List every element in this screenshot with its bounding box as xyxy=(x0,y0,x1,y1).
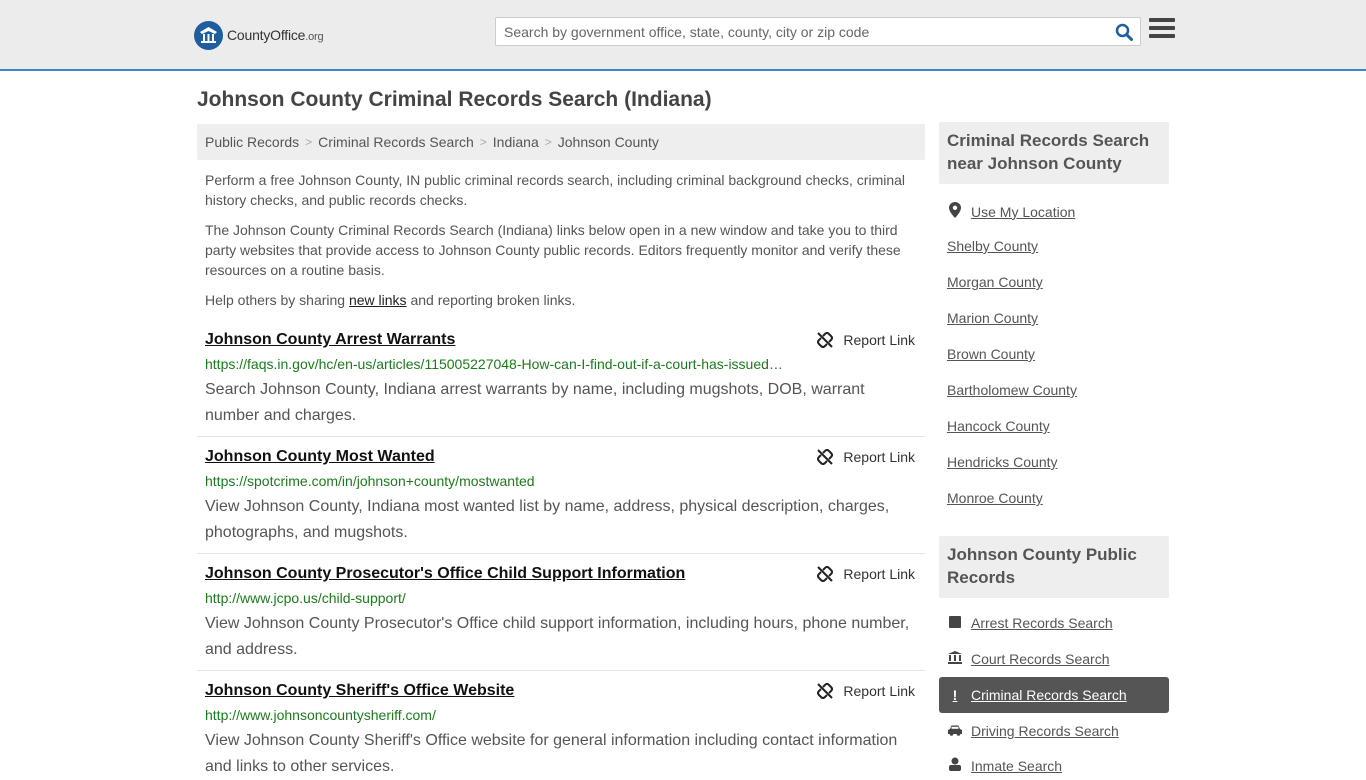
sidebar-item-label: Arrest Records Search xyxy=(971,615,1113,631)
page-title: Johnson County Criminal Records Search (… xyxy=(197,88,712,111)
result-description: Search Johnson County, Indiana arrest wa… xyxy=(205,381,865,424)
logo-text: CountyOffice.org xyxy=(227,27,324,43)
intro-paragraph-1: Perform a free Johnson County, IN public… xyxy=(205,172,906,208)
nearby-county-link[interactable]: Shelby County xyxy=(947,238,1038,254)
breadcrumb-criminal-records-search[interactable]: Criminal Records Search xyxy=(318,134,474,150)
intro-paragraph-3: Help others by sharing new links and rep… xyxy=(205,290,917,310)
result-title[interactable]: Johnson County Most Wanted xyxy=(205,448,435,466)
search-bar xyxy=(495,17,1141,46)
breadcrumb-public-records[interactable]: Public Records xyxy=(205,134,299,150)
broken-link-icon xyxy=(817,332,834,348)
courthouse-icon xyxy=(947,651,963,667)
result-url[interactable]: https://faqs.in.gov/hc/en-us/articles/11… xyxy=(205,356,783,372)
logo-seal-icon xyxy=(194,20,223,50)
result-description: View Johnson County, Indiana most wanted… xyxy=(205,498,890,541)
report-link-button[interactable]: Report Link xyxy=(817,449,915,465)
nearby-county-link[interactable]: Marion County xyxy=(947,310,1038,326)
sidebar-item-label: Driving Records Search xyxy=(971,723,1119,739)
new-links-link[interactable]: new links xyxy=(349,292,407,308)
breadcrumb-separator: > xyxy=(479,135,487,149)
square-icon xyxy=(947,615,963,631)
sidebar-item-inmate-search[interactable]: Inmate Search xyxy=(947,757,1062,774)
sidebar-item-criminal-records[interactable]: ! Criminal Records Search xyxy=(939,677,1169,713)
breadcrumb-separator: > xyxy=(305,135,313,149)
result-url[interactable]: https://spotcrime.com/in/johnson+county/… xyxy=(205,473,535,489)
report-link-button[interactable]: Report Link xyxy=(817,566,915,582)
map-marker-icon xyxy=(947,202,963,221)
result-item: Johnson County Sheriff's Office Website … xyxy=(197,682,925,775)
site-logo[interactable]: CountyOffice.org xyxy=(194,20,324,50)
logo-brand: CountyOffice xyxy=(227,27,306,43)
result-title[interactable]: Johnson County Prosecutor's Office Child… xyxy=(205,565,685,583)
sidebar-item-label: Court Records Search xyxy=(971,651,1110,667)
report-link-button[interactable]: Report Link xyxy=(817,683,915,699)
result-url[interactable]: http://www.jcpo.us/child-support/ xyxy=(205,590,406,606)
intro-text: Help others by sharing xyxy=(205,292,349,308)
intro-text: and reporting broken links. xyxy=(406,292,576,308)
exclamation-icon: ! xyxy=(952,687,958,703)
report-link-label: Report Link xyxy=(843,332,915,348)
use-my-location-link[interactable]: Use My Location xyxy=(947,202,1075,221)
nearby-county-link[interactable]: Hendricks County xyxy=(947,454,1058,470)
result-url[interactable]: http://www.johnsoncountysheriff.com/ xyxy=(205,707,436,723)
result-item: Johnson County Prosecutor's Office Child… xyxy=(197,565,925,671)
nearby-county-link[interactable]: Bartholomew County xyxy=(947,382,1077,398)
result-title[interactable]: Johnson County Arrest Warrants xyxy=(205,331,455,349)
breadcrumb-separator: > xyxy=(544,135,552,149)
result-description: View Johnson County Sheriff's Office web… xyxy=(205,732,898,775)
car-icon xyxy=(947,723,963,739)
public-records-heading-box: Johnson County Public Records xyxy=(939,536,1169,598)
broken-link-icon xyxy=(817,566,834,582)
inmate-icon xyxy=(947,757,963,774)
search-button[interactable] xyxy=(1108,18,1140,45)
search-input[interactable] xyxy=(496,18,1108,45)
breadcrumb: Public Records > Criminal Records Search… xyxy=(197,124,925,160)
result-item: Johnson County Most Wanted Report Link h… xyxy=(197,448,925,554)
result-item: Johnson County Arrest Warrants Report Li… xyxy=(197,331,925,437)
report-link-label: Report Link xyxy=(843,449,915,465)
use-my-location-label: Use My Location xyxy=(971,203,1076,220)
nearby-heading: Criminal Records Search near Johnson Cou… xyxy=(947,131,1150,173)
sidebar-item-court-records[interactable]: Court Records Search xyxy=(947,651,1110,667)
hamburger-menu-icon[interactable] xyxy=(1149,18,1175,42)
report-link-label: Report Link xyxy=(843,566,915,582)
sidebar-item-driving-records[interactable]: Driving Records Search xyxy=(947,723,1119,739)
sidebar-item-arrest-records[interactable]: Arrest Records Search xyxy=(947,615,1113,631)
broken-link-icon xyxy=(817,449,834,465)
nearby-county-link[interactable]: Morgan County xyxy=(947,274,1043,290)
sidebar-item-label: Inmate Search xyxy=(971,757,1063,774)
result-description: View Johnson County Prosecutor's Office … xyxy=(205,615,910,658)
broken-link-icon xyxy=(817,683,834,699)
site-header: CountyOffice.org xyxy=(0,0,1366,71)
nearby-county-link[interactable]: Brown County xyxy=(947,346,1035,362)
result-title[interactable]: Johnson County Sheriff's Office Website xyxy=(205,682,514,700)
logo-tld: .org xyxy=(305,31,324,43)
report-link-button[interactable]: Report Link xyxy=(817,332,915,348)
intro-paragraph-2: The Johnson County Criminal Records Sear… xyxy=(205,222,901,278)
public-records-heading: Johnson County Public Records xyxy=(947,545,1137,587)
search-icon xyxy=(1115,23,1133,41)
nearby-county-link[interactable]: Monroe County xyxy=(947,490,1043,506)
sidebar-item-label: Criminal Records Search xyxy=(971,687,1127,703)
breadcrumb-johnson-county[interactable]: Johnson County xyxy=(558,134,659,150)
nearby-heading-box: Criminal Records Search near Johnson Cou… xyxy=(939,122,1169,184)
report-link-label: Report Link xyxy=(843,683,915,699)
nearby-county-link[interactable]: Hancock County xyxy=(947,418,1050,434)
breadcrumb-indiana[interactable]: Indiana xyxy=(493,134,539,150)
